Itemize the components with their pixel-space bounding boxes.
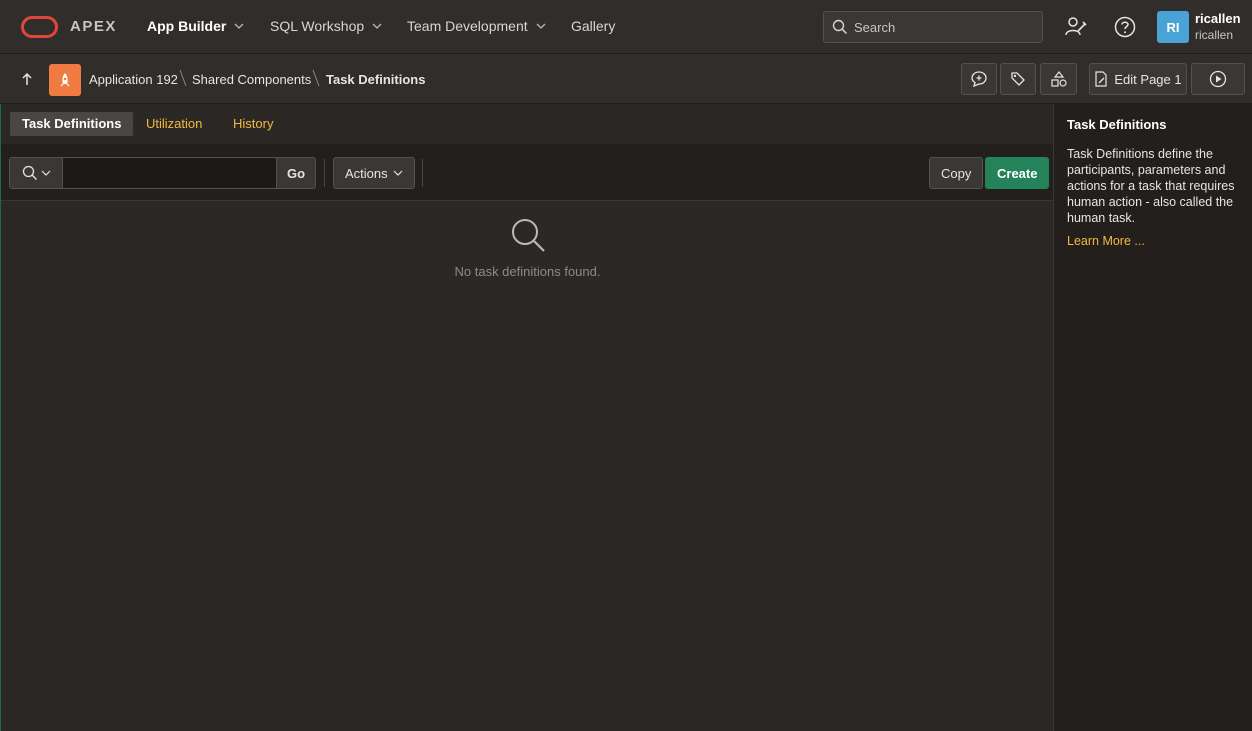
empty-state-message: No task definitions found.	[454, 264, 601, 279]
bug-icon	[1011, 72, 1025, 86]
arrow-up-icon[interactable]	[20, 72, 34, 86]
go-button[interactable]: Go	[277, 158, 315, 188]
avatar[interactable]: RI	[1157, 11, 1189, 43]
tab-task-definitions[interactable]: Task Definitions	[10, 112, 134, 136]
copy-button[interactable]: Copy	[929, 157, 984, 189]
user-workspace: ricallen	[1195, 28, 1234, 42]
toolbar-divider	[422, 159, 423, 187]
breadcrumb-separator	[179, 69, 187, 87]
nav-label: App Builder	[147, 18, 227, 34]
nav-app-builder[interactable]: App Builder	[147, 18, 244, 34]
help-title: Task Definitions	[1067, 117, 1167, 132]
nav-gallery[interactable]: Gallery	[571, 18, 615, 34]
report-toolbar: Go Actions Copy Create	[1, 145, 1054, 201]
help-panel: Task Definitions Task Definitions define…	[1053, 104, 1252, 731]
nav-sql-workshop[interactable]: SQL Workshop	[270, 18, 382, 34]
user-name[interactable]: ricallen	[1195, 11, 1241, 26]
chevron-down-icon	[41, 170, 50, 176]
breadcrumb-shared-components[interactable]: Shared Components	[192, 72, 311, 87]
chevron-down-icon	[372, 23, 382, 29]
search-column-selector[interactable]	[10, 158, 62, 188]
play-icon	[1209, 70, 1227, 88]
rocket-icon	[60, 73, 70, 87]
chevron-down-icon	[536, 23, 546, 29]
global-search-input[interactable]	[854, 19, 1034, 35]
learn-more-link[interactable]: Learn More ...	[1067, 234, 1240, 248]
report-search: Go	[9, 157, 316, 189]
help-text: Task Definitions define the participants…	[1067, 147, 1235, 225]
edit-page-icon	[1095, 71, 1107, 87]
report-search-input[interactable]	[62, 158, 277, 188]
shapes-icon	[1050, 71, 1067, 87]
actions-menu-button[interactable]: Actions	[333, 157, 415, 189]
new-comment-button[interactable]	[961, 63, 997, 95]
toolbar-divider	[324, 159, 325, 187]
breadcrumb: Application 192 Shared Components Task D…	[0, 54, 1252, 104]
run-page-button[interactable]	[1191, 63, 1245, 95]
breadcrumb-separator	[312, 69, 320, 87]
chevron-down-icon	[234, 23, 244, 29]
nav-label: Team Development	[407, 18, 528, 34]
edit-page-label: Edit Page 1	[1114, 71, 1182, 87]
top-header: APEX App Builder SQL Workshop Team Devel…	[0, 0, 1252, 54]
help-icon[interactable]	[1113, 15, 1137, 39]
global-search[interactable]	[823, 11, 1043, 43]
actions-label: Actions	[345, 165, 388, 181]
breadcrumb-application[interactable]: Application 192	[89, 72, 178, 87]
breadcrumb-current: Task Definitions	[326, 72, 426, 87]
debug-button[interactable]	[1000, 63, 1036, 95]
edit-page-button[interactable]: Edit Page 1	[1089, 63, 1187, 95]
nav-label: SQL Workshop	[270, 18, 365, 34]
application-icon[interactable]	[49, 64, 81, 96]
chevron-down-icon	[393, 170, 403, 176]
create-button[interactable]: Create	[985, 157, 1050, 189]
shared-components-button[interactable]	[1040, 63, 1077, 95]
tab-history[interactable]: History	[221, 112, 285, 136]
admin-user-icon[interactable]	[1064, 15, 1088, 39]
search-icon	[22, 165, 37, 180]
oracle-logo-icon[interactable]	[21, 16, 58, 38]
new-comment-icon	[971, 71, 987, 88]
main-region: Task Definitions Utilization History Go …	[0, 104, 1054, 731]
apex-brand[interactable]: APEX	[70, 18, 117, 35]
search-icon	[512, 219, 545, 252]
nav-team-development[interactable]: Team Development	[407, 18, 546, 34]
tab-bar: Task Definitions Utilization History	[1, 104, 1054, 145]
tab-utilization[interactable]: Utilization	[134, 112, 214, 136]
search-icon	[832, 19, 848, 35]
nav-label: Gallery	[571, 18, 616, 34]
